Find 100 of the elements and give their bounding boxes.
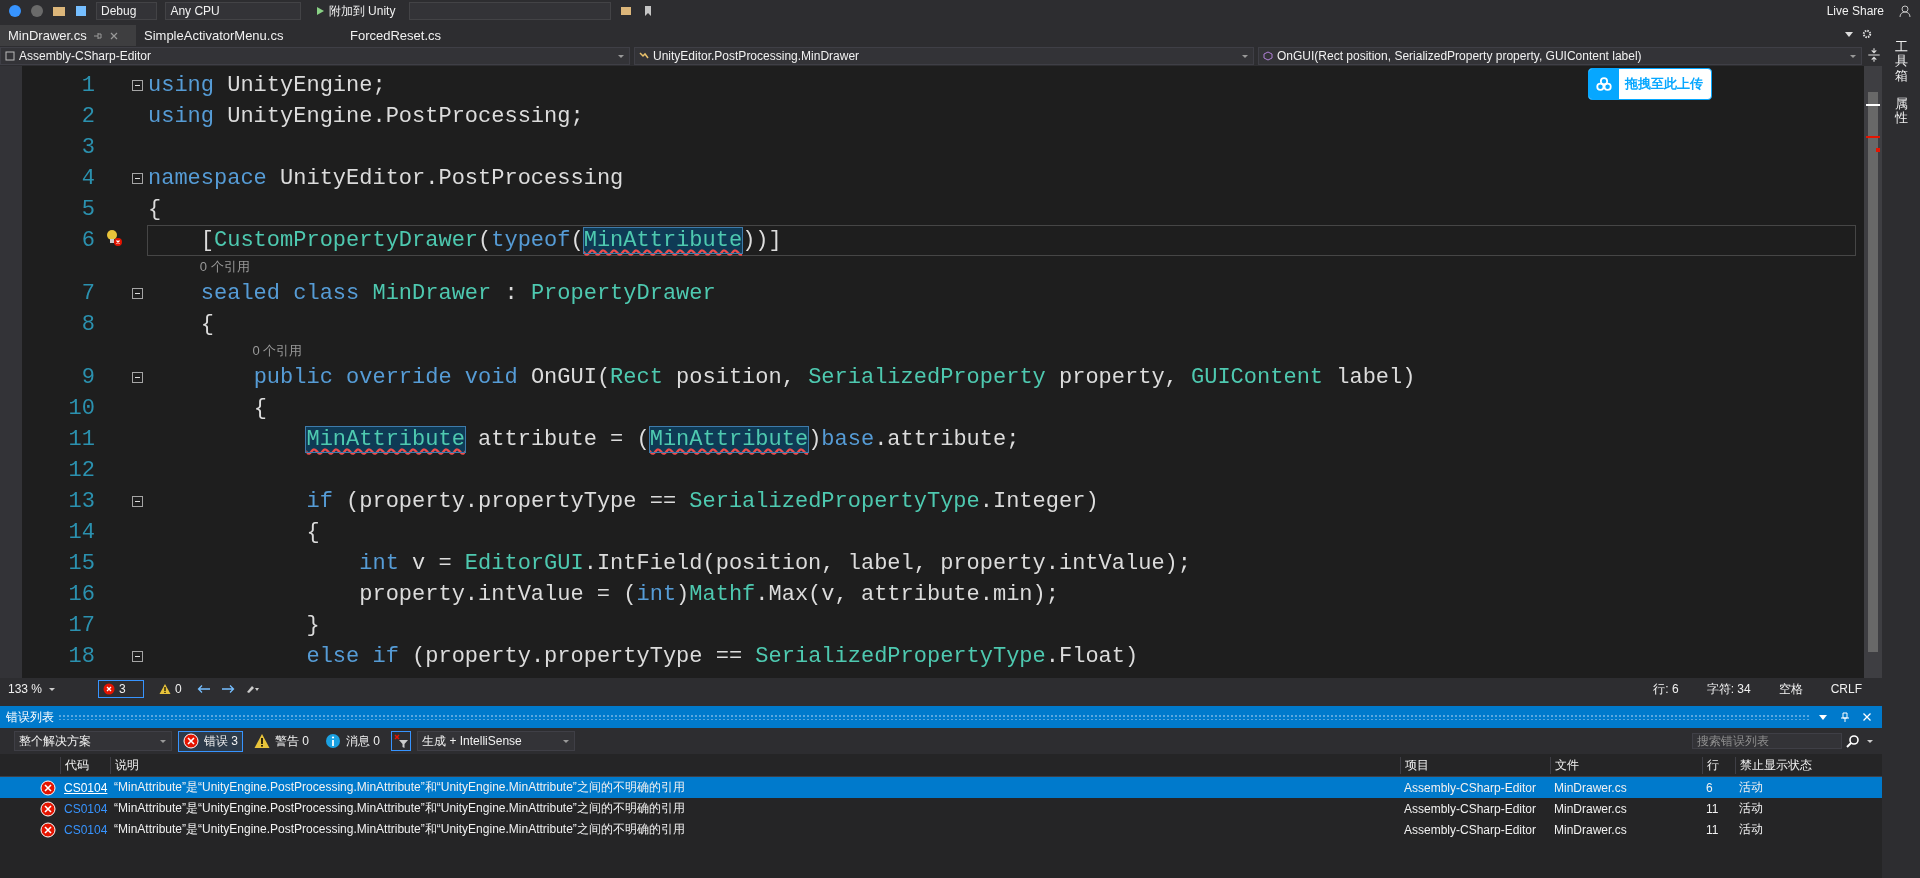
- settings-icon[interactable]: [1862, 29, 1872, 39]
- code-line: }: [305, 612, 320, 640]
- close-icon[interactable]: [108, 30, 119, 41]
- project-icon: [5, 51, 15, 61]
- panel-title: 错误列表: [6, 708, 54, 726]
- brush-icon[interactable]: [244, 684, 259, 694]
- error-code-link[interactable]: CS0104: [60, 801, 110, 816]
- collapse-icon[interactable]: [132, 80, 143, 91]
- collapse-icon[interactable]: [132, 173, 143, 184]
- error-icon: [183, 733, 199, 749]
- code-line: property.intValue = (int)Mathf.Max(v, attribute.min);: [358, 581, 1059, 609]
- error-count[interactable]: 3: [98, 680, 144, 698]
- configuration-dropdown[interactable]: Debug: [96, 2, 158, 20]
- zoom-dropdown[interactable]: 133 %: [8, 682, 88, 696]
- code-line: using UnityEngine.PostProcessing;: [148, 103, 584, 131]
- line-number: 5: [80, 197, 95, 222]
- file-tab[interactable]: ForcedReset.cs: [342, 25, 548, 46]
- filter-icon[interactable]: [391, 731, 412, 751]
- close-icon[interactable]: [1862, 712, 1872, 722]
- filter-toggle[interactable]: 错误 3: [178, 730, 243, 752]
- search-field[interactable]: 搜索错误列表: [1692, 733, 1842, 749]
- member-dropdown[interactable]: OnGUI(Rect position, SerializedProperty property, GUIContent label): [1258, 47, 1862, 65]
- caret-icon[interactable]: [1844, 29, 1854, 39]
- line-number: 18: [67, 644, 95, 669]
- project-dropdown[interactable]: Assembly-CSharp-Editor: [0, 47, 630, 65]
- caret-icon: [159, 737, 167, 745]
- column-header[interactable]: 代码: [60, 756, 110, 774]
- file-cell-text: MinDrawer.cs: [1553, 822, 1628, 837]
- column-header[interactable]: 文件: [1550, 756, 1702, 774]
- line-number: 11: [67, 427, 95, 452]
- line-number: 1: [80, 73, 95, 98]
- code-line: [CustomPropertyDrawer(typeof(MinAttribute))]: [199, 227, 782, 255]
- caret-icon: [1241, 52, 1249, 60]
- right-arrow-icon[interactable]: [220, 684, 235, 694]
- live-share-button[interactable]: Live Share: [1820, 3, 1890, 19]
- error-description: “MinAttribute”是“UnityEngine.PostProcessing.MinAttribute”和“UnityEngine.MinAttribute”之间的不明确的引用: [113, 800, 686, 817]
- indent-indicator[interactable]: 空格: [1778, 680, 1803, 698]
- warning-count[interactable]: 0: [154, 680, 187, 698]
- pin-icon[interactable]: [1840, 712, 1850, 722]
- warning-icon: [159, 683, 171, 695]
- project-cell-text: Assembly-CSharp-Editor: [1403, 801, 1538, 816]
- code-line: if (property.propertyType == SerializedPropertyType.Integer): [305, 488, 1099, 516]
- file-tab[interactable]: SimpleActivatorMenu.cs: [136, 25, 342, 46]
- caret-icon[interactable]: [1866, 737, 1874, 745]
- play-icon: [314, 6, 325, 16]
- line-number: 17: [67, 613, 95, 638]
- lightbulb-icon[interactable]: [105, 229, 123, 247]
- code-line: using UnityEngine;: [148, 72, 386, 100]
- column-header[interactable]: 说明: [110, 756, 1400, 774]
- run-button[interactable]: 附加到 Unity: [308, 2, 402, 20]
- type-dropdown[interactable]: UnityEditor.PostProcessing.MinDrawer: [634, 47, 1254, 65]
- error-row[interactable]: CS0104 “MinAttribute”是“UnityEngine.PostProcessing.MinAttribute”和“UnityEngine.MinAttribute”之间的不明确的引用 Assembly-CSharp-Editor MinDrawer.cs 6 活动: [0, 777, 1882, 798]
- state-cell-text: 活动: [1738, 800, 1764, 817]
- filter-toggle[interactable]: 警告 0: [249, 730, 315, 752]
- scope-dropdown[interactable]: 整个解决方案: [14, 731, 172, 751]
- error-icon: [103, 683, 115, 695]
- line-number: 16: [67, 582, 95, 607]
- line-number: 9: [80, 365, 95, 390]
- column-header[interactable]: 项目: [1400, 756, 1550, 774]
- file-tab[interactable]: MinDrawer.cs: [0, 25, 136, 46]
- line-indicator: 行: 6: [1653, 680, 1679, 698]
- line-number: 10: [67, 396, 95, 421]
- side-tab[interactable]: 工具箱: [1894, 40, 1908, 83]
- caret-icon[interactable]: [1818, 712, 1828, 722]
- error-icon: [40, 800, 56, 817]
- error-row[interactable]: CS0104 “MinAttribute”是“UnityEngine.PostProcessing.MinAttribute”和“UnityEngine.MinAttribute”之间的不明确的引用 Assembly-CSharp-Editor MinDrawer.cs 11 活动: [0, 798, 1882, 819]
- scrollbar[interactable]: [1864, 66, 1882, 678]
- reference-count[interactable]: 0 个引用: [252, 342, 303, 360]
- platform-dropdown[interactable]: Any CPU: [165, 2, 301, 20]
- collapse-icon[interactable]: [132, 496, 143, 507]
- filter-toggle[interactable]: 消息 0: [320, 730, 386, 752]
- file-cell-text: MinDrawer.cs: [1553, 801, 1628, 816]
- source-dropdown[interactable]: 生成 + IntelliSense: [417, 731, 576, 751]
- line-number: 3: [80, 135, 95, 160]
- search-icon[interactable]: [1846, 734, 1860, 748]
- collapse-icon[interactable]: [132, 288, 143, 299]
- code-line: sealed class MinDrawer : PropertyDrawer: [199, 280, 716, 308]
- line-number: 8: [80, 312, 95, 337]
- code-line: {: [252, 395, 267, 423]
- reference-count[interactable]: 0 个引用: [199, 258, 250, 276]
- caret-icon: [48, 685, 57, 693]
- column-header[interactable]: 行: [1702, 756, 1735, 774]
- error-code-link[interactable]: CS0104: [60, 822, 110, 837]
- line-number: 2: [80, 104, 95, 129]
- side-tab[interactable]: 属性: [1894, 96, 1908, 126]
- info-icon: [325, 733, 342, 749]
- line-number: 14: [67, 520, 95, 545]
- left-arrow-icon[interactable]: [196, 684, 211, 694]
- file-cell-text: MinDrawer.cs: [1553, 780, 1628, 795]
- error-row[interactable]: CS0104 “MinAttribute”是“UnityEngine.PostProcessing.MinAttribute”和“UnityEngine.MinAttribute”之间的不明确的引用 Assembly-CSharp-Editor MinDrawer.cs 11 活动: [0, 819, 1882, 840]
- line-cell-text: 11: [1705, 801, 1720, 816]
- collapse-icon[interactable]: [132, 372, 143, 383]
- person-icon[interactable]: [1898, 4, 1912, 18]
- error-icon: [40, 821, 56, 838]
- line-cell-text: 11: [1705, 822, 1720, 837]
- split-icon[interactable]: [1866, 47, 1882, 63]
- line-ending-indicator[interactable]: CRLF: [1830, 682, 1862, 696]
- pin-icon[interactable]: [92, 30, 103, 41]
- error-code-link[interactable]: CS0104: [60, 780, 110, 795]
- collapse-icon[interactable]: [132, 651, 143, 662]
